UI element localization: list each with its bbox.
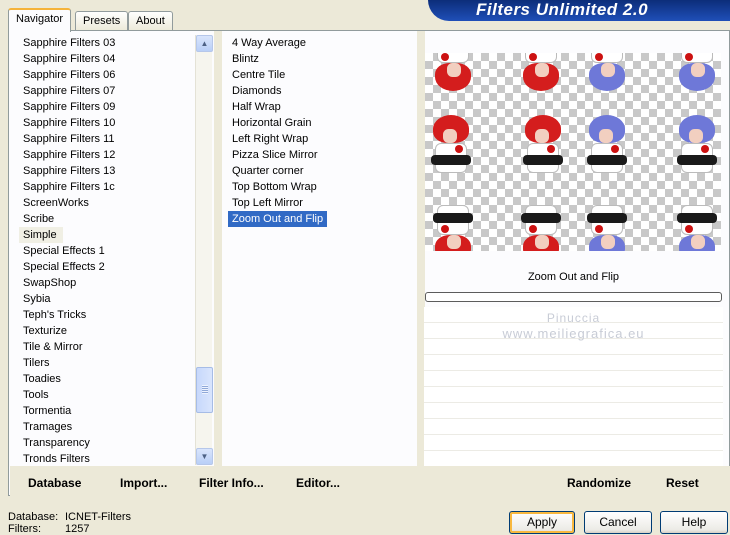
filter-item-selected[interactable]: Zoom Out and Flip xyxy=(228,211,328,227)
preview-title: Zoom Out and Flip xyxy=(527,271,620,283)
category-item[interactable]: Tilers xyxy=(19,355,195,371)
filter-item[interactable]: Diamonds xyxy=(228,83,416,99)
parameter-area: Pinuccia www.meiliegrafica.eu xyxy=(424,307,723,466)
app-title: Filters Unlimited 2.0 xyxy=(428,0,730,21)
editor-button[interactable]: Editor... xyxy=(296,476,340,490)
filter-item[interactable]: 4 Way Average xyxy=(228,35,416,51)
status-info: Database: ICNET-Filters Filters: 1257 xyxy=(8,511,131,535)
category-item[interactable]: Sapphire Filters 07 xyxy=(19,83,195,99)
category-item[interactable]: Tronds Filters xyxy=(19,451,195,465)
tab-presets[interactable]: Presets xyxy=(75,11,129,31)
category-item[interactable]: Teph's Tricks xyxy=(19,307,195,323)
category-item[interactable]: Sapphire Filters 04 xyxy=(19,51,195,67)
category-item[interactable]: Sapphire Filters 03 xyxy=(19,35,195,51)
category-item[interactable]: Tormentia xyxy=(19,403,195,419)
category-item[interactable]: Tools xyxy=(19,387,195,403)
status-label: Filters: xyxy=(8,523,41,535)
chevron-down-icon[interactable]: ▼ xyxy=(196,448,213,465)
figure xyxy=(519,203,563,251)
filter-item[interactable]: Top Left Mirror xyxy=(228,195,416,211)
watermark-line: Pinuccia xyxy=(546,311,601,325)
figure xyxy=(585,115,629,175)
status-value: ICNET-Filters xyxy=(65,511,131,523)
reset-button[interactable]: Reset xyxy=(666,476,699,490)
category-item[interactable]: ScreenWorks xyxy=(19,195,195,211)
panel-toolbar: Database Import... Filter Info... Editor… xyxy=(10,466,730,496)
preview-image xyxy=(425,53,721,251)
filter-item[interactable]: Left Right Wrap xyxy=(228,131,416,147)
progress-bar xyxy=(425,292,722,302)
filter-item[interactable]: Pizza Slice Mirror xyxy=(228,147,416,163)
filter-item[interactable]: Half Wrap xyxy=(228,99,416,115)
filter-item[interactable]: Horizontal Grain xyxy=(228,115,416,131)
filter-info-button[interactable]: Filter Info... xyxy=(199,476,264,490)
category-item[interactable]: Special Effects 1 xyxy=(19,243,195,259)
category-item[interactable]: SwapShop xyxy=(19,275,195,291)
randomize-button[interactable]: Randomize xyxy=(567,476,631,490)
apply-button[interactable]: Apply xyxy=(509,511,575,534)
watermark-line: www.meiliegrafica.eu xyxy=(502,326,645,341)
figure xyxy=(585,53,629,91)
figure xyxy=(431,53,475,91)
category-item-selected[interactable]: Simple xyxy=(19,227,63,243)
figure xyxy=(675,53,719,91)
help-button[interactable]: Help xyxy=(660,511,728,534)
category-item[interactable]: Sybia xyxy=(19,291,195,307)
main-panel: Sapphire Filters 03 Sapphire Filters 04 … xyxy=(8,30,730,496)
divider xyxy=(214,31,222,466)
filter-item[interactable]: Centre Tile xyxy=(228,67,416,83)
category-item[interactable]: Special Effects 2 xyxy=(19,259,195,275)
category-item[interactable]: Transparency xyxy=(19,435,195,451)
category-item[interactable]: Tramages xyxy=(19,419,195,435)
category-item[interactable]: Toadies xyxy=(19,371,195,387)
category-item[interactable]: Texturize xyxy=(19,323,195,339)
category-item[interactable]: Sapphire Filters 06 xyxy=(19,67,195,83)
figure xyxy=(519,53,563,91)
category-item[interactable]: Tile & Mirror xyxy=(19,339,195,355)
filter-item[interactable]: Blintz xyxy=(228,51,416,67)
category-item[interactable]: Sapphire Filters 12 xyxy=(19,147,195,163)
figure xyxy=(585,203,629,251)
filter-list[interactable]: 4 Way Average Blintz Centre Tile Diamond… xyxy=(228,35,416,465)
category-item[interactable]: Sapphire Filters 10 xyxy=(19,115,195,131)
category-list[interactable]: Sapphire Filters 03 Sapphire Filters 04 … xyxy=(19,35,195,465)
category-item[interactable]: Sapphire Filters 11 xyxy=(19,131,195,147)
figure xyxy=(521,115,565,175)
figure xyxy=(431,203,475,251)
status-label: Database: xyxy=(8,511,59,523)
category-scrollbar[interactable]: ▲ ▼ xyxy=(195,35,213,465)
category-item[interactable]: Sapphire Filters 1c xyxy=(19,179,195,195)
figure xyxy=(675,115,719,175)
figure xyxy=(675,203,719,251)
tab-navigator[interactable]: Navigator xyxy=(8,8,72,32)
scrollbar-thumb[interactable] xyxy=(196,367,213,413)
tab-about[interactable]: About xyxy=(128,11,173,31)
filter-item[interactable]: Quarter corner xyxy=(228,163,416,179)
cancel-button[interactable]: Cancel xyxy=(584,511,652,534)
database-button[interactable]: Database xyxy=(28,476,81,490)
filter-item[interactable]: Top Bottom Wrap xyxy=(228,179,416,195)
category-item[interactable]: Sapphire Filters 13 xyxy=(19,163,195,179)
category-item[interactable]: Scribe xyxy=(19,211,195,227)
category-item[interactable]: Sapphire Filters 09 xyxy=(19,99,195,115)
watermark: Pinuccia www.meiliegrafica.eu xyxy=(424,311,723,341)
status-value: 1257 xyxy=(65,523,90,535)
import-button[interactable]: Import... xyxy=(120,476,167,490)
figure xyxy=(429,115,473,175)
chevron-up-icon[interactable]: ▲ xyxy=(196,35,213,52)
